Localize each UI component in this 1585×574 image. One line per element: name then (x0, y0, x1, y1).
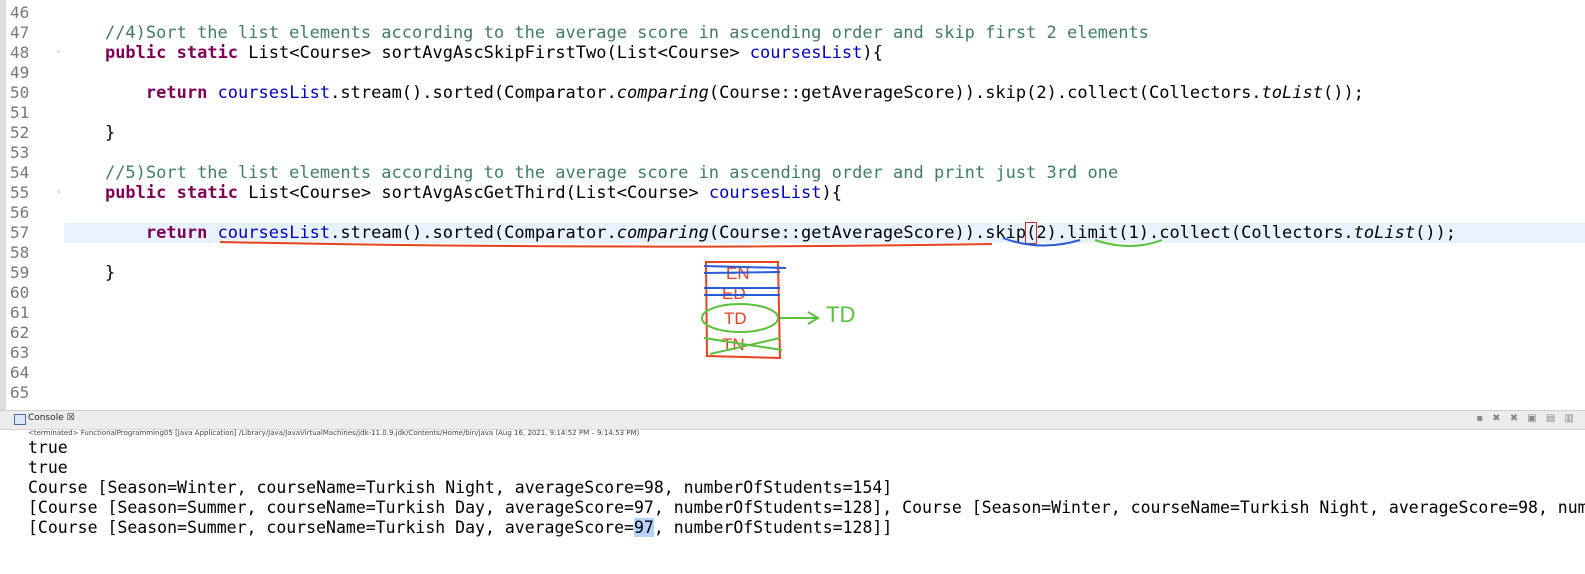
code-token: [Course [Season=Summer, courseName=Turki… (28, 498, 1585, 517)
code-token: true (28, 458, 68, 477)
console-view-header: Console ☒ ▪ ✖ ✖ ▣ ▤ ▥ (0, 410, 1585, 430)
code-token: , numberOfStudents=128]] (653, 518, 893, 537)
console-toolbar-icons[interactable]: ▪ ✖ ✖ ▣ ▤ ▥ (1476, 413, 1577, 424)
console-output-line: Course [Season=Winter, courseName=Turkis… (28, 478, 1585, 498)
console-tab[interactable]: Console ☒ (28, 413, 75, 423)
code-editor[interactable]: 46 47 //4)Sort the list elements accordin… (0, 0, 1585, 410)
code-token: Course [Season=Winter, courseName=Turkis… (28, 478, 893, 497)
code-token: true (28, 438, 68, 457)
code-token: 97 (633, 518, 654, 537)
green-underline (1094, 239, 1163, 247)
terminated-status: <terminated> FunctionalProgramming05 [Ja… (28, 429, 640, 437)
red-underline (219, 241, 993, 248)
console-output-line: [Course [Season=Summer, courseName=Turki… (28, 518, 1585, 538)
stack-label-ed: ED (722, 284, 746, 303)
console-icon (14, 414, 26, 425)
code-token: [Course [Season=Summer, courseName=Turki… (28, 518, 634, 537)
console-output-line: true (28, 438, 1585, 458)
stack-label-td: TD (724, 309, 747, 328)
blue-underline (1002, 237, 1081, 247)
console-output[interactable]: true true Course [Season=Winter, courseNam… (28, 438, 1585, 538)
console-output-line: true (28, 458, 1585, 478)
result-label: TD (826, 302, 855, 327)
result-arrow (780, 311, 820, 325)
console-output-line: [Course [Season=Summer, courseName=Turki… (28, 498, 1585, 518)
handwritten-annotations: EN ED TD TN TD (219, 237, 1163, 360)
